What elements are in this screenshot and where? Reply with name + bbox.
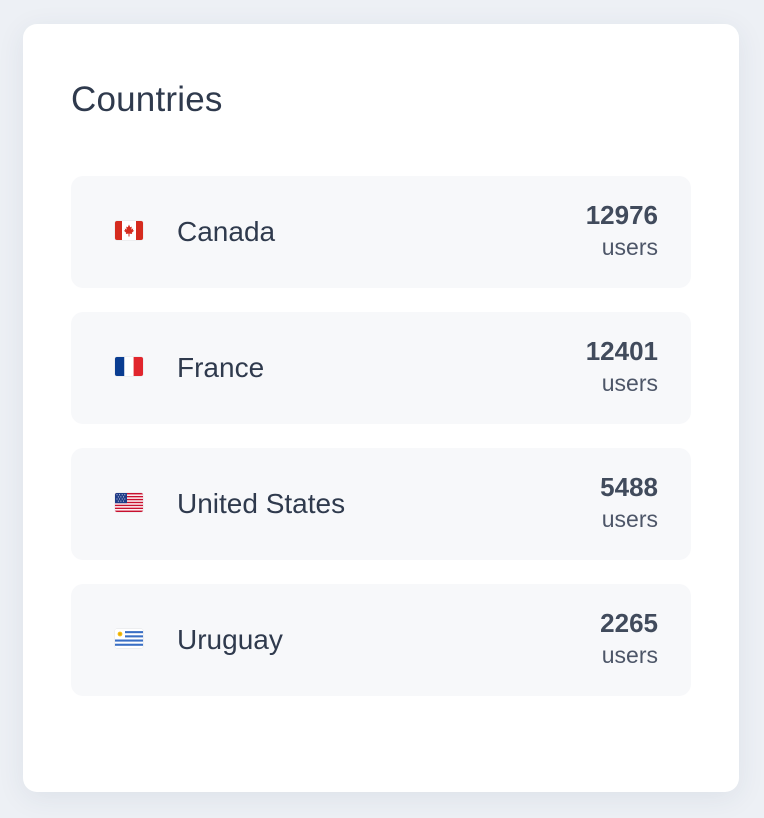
country-row-canada[interactable]: Canada 12976 users: [71, 176, 691, 288]
user-stat: 12976 users: [586, 200, 658, 264]
user-stat: 2265 users: [600, 608, 658, 672]
user-count: 12976: [585, 200, 658, 230]
user-unit: users: [601, 642, 658, 668]
countries-card: Countries Canada 12976 users France 1240…: [23, 24, 739, 792]
country-name: Uruguay: [177, 624, 283, 655]
user-stat: 12401 users: [586, 336, 658, 400]
user-count: 12401: [585, 336, 658, 366]
united-states-flag-icon: [115, 493, 143, 512]
country-row-france[interactable]: France 12401 users: [71, 312, 691, 424]
uruguay-flag-icon: [115, 629, 143, 648]
country-row-united-states[interactable]: United States 5488 users: [71, 448, 691, 560]
user-unit: users: [601, 234, 658, 260]
france-flag-icon: [115, 357, 143, 376]
user-stat: 5488 users: [600, 472, 658, 536]
user-unit: users: [601, 506, 658, 532]
user-count: 2265: [600, 608, 658, 638]
country-row-uruguay[interactable]: Uruguay 2265 users: [71, 584, 691, 696]
user-unit: users: [601, 370, 658, 396]
card-title: Countries: [71, 80, 223, 119]
user-count: 5488: [600, 472, 658, 502]
country-name: United States: [177, 488, 346, 519]
country-name: Canada: [177, 216, 276, 247]
canada-flag-icon: [115, 221, 143, 240]
country-list: Canada 12976 users France 12401 users Un…: [71, 176, 691, 720]
country-name: France: [177, 352, 265, 383]
